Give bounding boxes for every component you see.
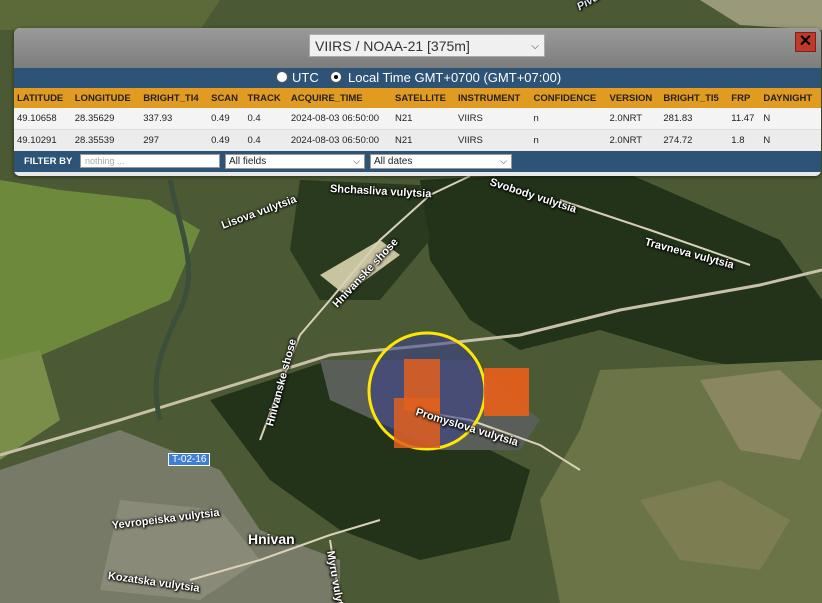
fields-select-value: All fields [229,156,267,167]
column-header[interactable]: FRP [728,88,761,108]
table-row[interactable]: 49.10658 28.35629 337.93 0.49 0.4 2024-08-03 … [14,108,821,130]
fire-data-panel: VIIRS / NOAA-21 [375m] ⌵ ✕ UTC Local Tim… [14,28,821,176]
column-header[interactable]: LATITUDE [14,88,72,108]
column-header[interactable]: DAYNIGHT [760,88,821,108]
table-cell: N21 [391,108,455,130]
column-header[interactable]: TRACK [244,88,288,108]
filter-input[interactable]: nothing ... [80,154,220,168]
column-header[interactable]: CONFIDENCE [530,88,607,108]
filter-bar: FILTER BY nothing ... All fields ⌵ All d… [14,151,821,172]
table-cell: 274.72 [660,129,729,152]
table-cell: 2024-08-03 06:50:00 [287,129,392,152]
column-header[interactable]: INSTRUMENT [455,88,531,108]
chevron-down-icon: ⌵ [500,156,507,166]
table-row[interactable]: 49.10291 28.35539 297 0.49 0.4 2024-08-03 06:… [14,129,821,152]
dates-select-value: All dates [374,156,413,167]
table-cell: N [760,129,821,152]
local-time-radio[interactable] [330,71,342,83]
road-shield: T-02-16 [168,453,211,466]
column-header[interactable]: SCAN [208,88,245,108]
table-cell: 2.0NRT [606,108,661,130]
satellite-select[interactable]: VIIRS / NOAA-21 [375m] ⌵ [309,34,545,57]
filter-label: FILTER BY [24,156,73,167]
table-cell: 281.83 [660,108,729,130]
local-time-label: Local Time GMT+0700 (GMT+07:00) [348,70,562,85]
table-cell: VIIRS [455,129,531,152]
table-cell: 49.10291 [14,129,72,152]
table-cell: n [530,108,607,130]
dates-select[interactable]: All dates ⌵ [370,154,512,169]
table-cell: 11.47 [728,108,761,130]
column-header[interactable]: VERSION [606,88,661,108]
table-cell: 28.35539 [71,129,141,152]
column-header[interactable]: BRIGHT_TI5 [660,88,729,108]
table-cell: 49.10658 [14,108,72,130]
table-cell: 2024-08-03 06:50:00 [287,108,392,130]
column-header[interactable]: SATELLITE [391,88,455,108]
table-cell: 28.35629 [71,108,141,130]
table-body: 49.10658 28.35629 337.93 0.49 0.4 2024-08-03 … [14,108,821,152]
panel-header: VIIRS / NOAA-21 [375m] ⌵ ✕ [14,28,821,68]
label-hnivan: Hnivan [248,531,295,547]
close-button[interactable]: ✕ [795,32,816,52]
column-header[interactable]: LONGITUDE [71,88,141,108]
utc-radio[interactable] [276,71,288,83]
table-cell: 0.49 [208,108,245,130]
table-cell: 297 [140,129,209,152]
table-cell: 0.4 [244,108,288,130]
table-cell: n [530,129,607,152]
fire-data-table: LATITUDE LONGITUDE BRIGHT_TI4 SCAN TRACK ACQU… [14,88,821,152]
table-header-row: LATITUDE LONGITUDE BRIGHT_TI4 SCAN TRACK ACQU… [14,88,821,108]
table-cell: 0.49 [208,129,245,152]
chevron-down-icon: ⌵ [531,41,539,52]
table-cell: 337.93 [140,108,209,130]
chevron-down-icon: ⌵ [353,156,360,166]
table-cell: 0.4 [244,129,288,152]
table-cell: 2.0NRT [606,129,661,152]
utc-label: UTC [292,70,319,85]
fire-pixel-3 [484,368,529,416]
column-header[interactable]: ACQUIRE_TIME [287,88,392,108]
satellite-select-value: VIIRS / NOAA-21 [375m] [315,38,470,54]
table-cell: N [760,108,821,130]
table-cell: N21 [391,129,455,152]
table-cell: VIIRS [455,108,531,130]
fields-select[interactable]: All fields ⌵ [225,154,365,169]
table-cell: 1.8 [728,129,761,152]
column-header[interactable]: BRIGHT_TI4 [140,88,209,108]
time-mode-bar: UTC Local Time GMT+0700 (GMT+07:00) [14,68,821,88]
